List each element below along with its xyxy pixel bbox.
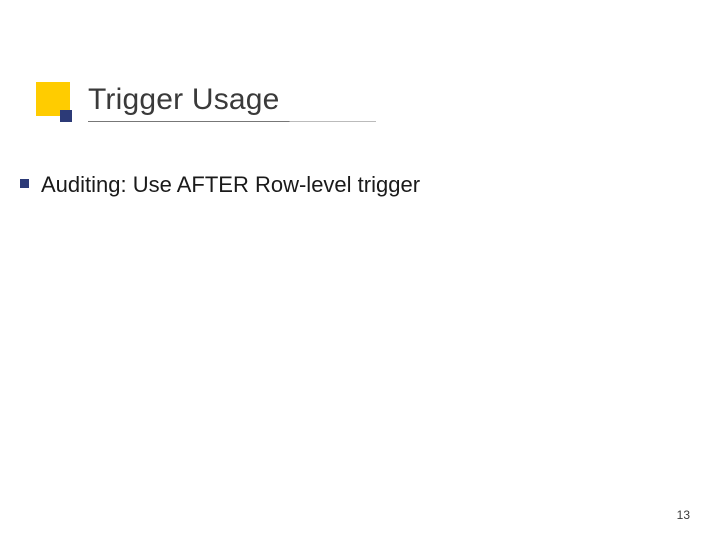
bullet-square-icon (20, 179, 29, 188)
body-content: Auditing: Use AFTER Row-level trigger (20, 170, 690, 200)
list-item-text: Auditing: Use AFTER Row-level trigger (41, 170, 420, 200)
page-number: 13 (677, 508, 690, 522)
list-item: Auditing: Use AFTER Row-level trigger (20, 170, 690, 200)
title-block: Trigger Usage (88, 82, 376, 122)
decor-navy-square (60, 110, 72, 122)
slide-title: Trigger Usage (88, 82, 376, 118)
title-underline (88, 121, 376, 122)
